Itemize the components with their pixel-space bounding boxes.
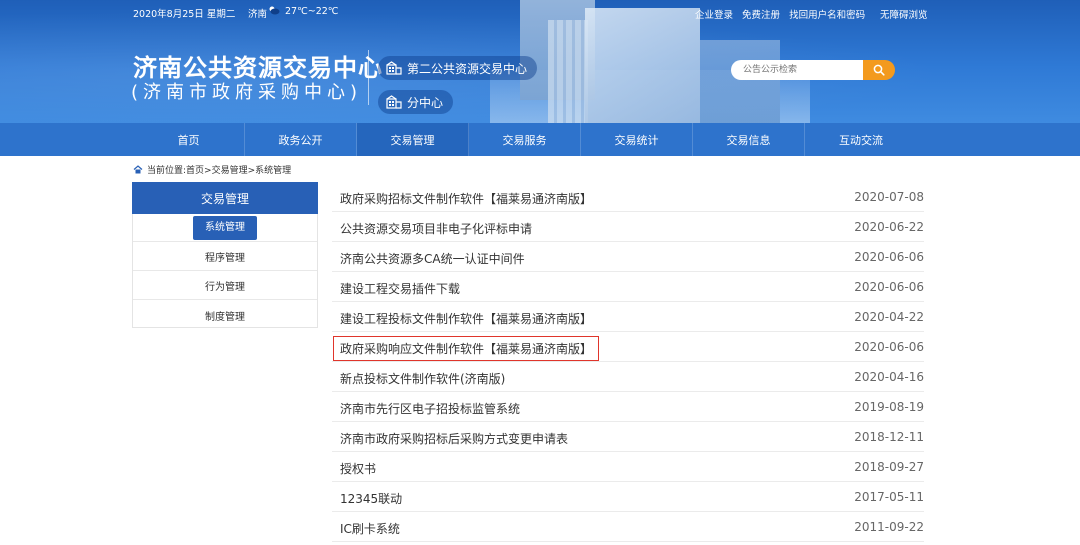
building-icon <box>386 95 402 109</box>
list-item[interactable]: 济南公共资源多CA统一认证中间件 2020-06-06 <box>332 242 924 272</box>
sidebar-item-label: 程序管理 <box>205 253 245 264</box>
weather-temperature: 27℃~22℃ <box>285 6 339 17</box>
sidebar-item-label: 行为管理 <box>205 282 245 293</box>
list-item-title[interactable]: 新点投标文件制作软件(济南版) <box>340 370 505 387</box>
list-item-date: 2019-08-19 <box>854 400 924 414</box>
sidebar: 交易管理 系统管理 程序管理 行为管理 制度管理 <box>132 182 318 328</box>
list-item-title[interactable]: 12345联动 <box>340 490 402 507</box>
sidebar-item-label: 制度管理 <box>205 311 245 323</box>
list-item[interactable]: 授权书 2018-09-27 <box>332 452 924 482</box>
nav-government-affairs[interactable]: 政务公开 <box>245 123 357 156</box>
document-list: 政府采购招标文件制作软件【福莱易通济南版】 2020-07-08 公共资源交易项… <box>332 182 924 545</box>
breadcrumb-label: 当前位置: <box>147 166 187 176</box>
building-icon <box>386 61 402 75</box>
second-center-button[interactable]: 第二公共资源交易中心 <box>378 56 538 80</box>
list-item-title[interactable]: 济南公共资源多CA统一认证中间件 <box>340 250 525 267</box>
list-item[interactable]: 济南市先行区电子招投标监管系统 2019-08-19 <box>332 392 924 422</box>
weather-city: 济南 <box>248 9 268 20</box>
list-item-date: 2020-07-08 <box>854 190 924 204</box>
site-logo-subtitle: (济南市政府采购中心) <box>131 82 363 103</box>
list-item[interactable]: 建设工程交易插件下载 2020-06-06 <box>332 272 924 302</box>
site-header: 2020年8月25日 星期二 济南 27℃~22℃ 企业登录 免费注册 找回用户… <box>0 0 1080 123</box>
logo-divider <box>368 50 369 105</box>
list-item-date: 2020-04-16 <box>854 370 924 384</box>
home-icon <box>133 165 143 174</box>
breadcrumb: 当前位置: 首页>交易管理>系统管理 <box>133 163 291 176</box>
list-item-title[interactable]: 公共资源交易项目非电子化评标申请 <box>340 220 532 237</box>
sidebar-item-system-management[interactable]: 系统管理 <box>133 214 317 242</box>
sidebar-item-procedure-management[interactable]: 程序管理 <box>133 243 317 271</box>
list-item-title[interactable]: 济南市先行区电子招投标监管系统 <box>340 400 520 417</box>
branch-center-button[interactable]: 分中心 <box>378 90 454 114</box>
free-register-link[interactable]: 免费注册 <box>742 10 780 21</box>
nav-transaction-management[interactable]: 交易管理 <box>357 123 469 156</box>
list-item-date: 2018-09-27 <box>854 460 924 474</box>
header-building-image <box>585 8 700 123</box>
nav-home[interactable]: 首页 <box>133 123 245 156</box>
search-button[interactable] <box>863 60 895 80</box>
header-building-image <box>700 40 780 123</box>
list-item-date: 2020-06-06 <box>854 340 924 354</box>
enterprise-login-link[interactable]: 企业登录 <box>695 10 733 21</box>
list-item[interactable]: 政府采购招标文件制作软件【福莱易通济南版】 2020-07-08 <box>332 182 924 212</box>
recover-account-link[interactable]: 找回用户名和密码 <box>789 10 865 21</box>
current-date: 2020年8月25日 星期二 <box>133 9 236 20</box>
list-item-title[interactable]: 济南市政府采购招标后采购方式变更申请表 <box>340 430 568 447</box>
announcement-search <box>731 60 895 80</box>
list-item-title[interactable]: 建设工程交易插件下载 <box>340 280 460 297</box>
sidebar-heading: 交易管理 <box>132 182 318 214</box>
list-item-date: 2011-09-22 <box>854 520 924 534</box>
list-item-date: 2018-12-11 <box>854 430 924 444</box>
list-item-title[interactable]: 建设工程投标文件制作软件【福莱易通济南版】 <box>340 310 592 327</box>
list-item-date: 2020-04-22 <box>854 310 924 324</box>
list-item[interactable]: 新点投标文件制作软件(济南版) 2020-04-16 <box>332 362 924 392</box>
list-item[interactable]: 12345联动 2017-05-11 <box>332 482 924 512</box>
list-item[interactable]: IC刷卡系统 2011-09-22 <box>332 512 924 542</box>
list-item-date: 2020-06-06 <box>854 250 924 264</box>
breadcrumb-path[interactable]: 首页>交易管理>系统管理 <box>186 163 291 176</box>
nav-transaction-service[interactable]: 交易服务 <box>469 123 581 156</box>
list-item-date: 2017-05-11 <box>854 490 924 504</box>
list-item-date: 2020-06-06 <box>854 280 924 294</box>
list-item-title[interactable]: IC刷卡系统 <box>340 520 400 537</box>
list-item-highlighted[interactable]: 政府采购响应文件制作软件【福莱易通济南版】 2020-06-06 <box>332 332 924 362</box>
sidebar-item-regulation-management[interactable]: 制度管理 <box>133 301 317 329</box>
sidebar-item-label: 系统管理 <box>193 215 257 240</box>
list-item[interactable]: 建设工程投标文件制作软件【福莱易通济南版】 2020-04-22 <box>332 302 924 332</box>
header-building-image <box>548 20 588 123</box>
list-item-title[interactable]: 政府采购招标文件制作软件【福莱易通济南版】 <box>340 190 592 207</box>
nav-interaction[interactable]: 互动交流 <box>805 123 917 156</box>
nav-transaction-statistics[interactable]: 交易统计 <box>581 123 693 156</box>
list-item-date: 2020-06-22 <box>854 220 924 234</box>
list-item-title[interactable]: 政府采购响应文件制作软件【福莱易通济南版】 <box>332 336 600 361</box>
second-center-label: 第二公共资源交易中心 <box>407 61 528 76</box>
list-item[interactable]: 公共资源交易项目非电子化评标申请 2020-06-22 <box>332 212 924 242</box>
search-icon <box>873 64 885 76</box>
top-links: 企业登录 免费注册 找回用户名和密码 <box>695 7 871 21</box>
main-nav: 首页 政务公开 交易管理 交易服务 交易统计 交易信息 互动交流 <box>0 123 1080 156</box>
cloudy-weather-icon <box>269 6 280 15</box>
list-item[interactable]: 济南市政府采购招标后采购方式变更申请表 2018-12-11 <box>332 422 924 452</box>
search-input[interactable] <box>731 60 863 80</box>
nav-transaction-info[interactable]: 交易信息 <box>693 123 805 156</box>
sidebar-item-conduct-management[interactable]: 行为管理 <box>133 272 317 300</box>
list-item-title[interactable]: 授权书 <box>340 460 376 477</box>
barrier-free-link[interactable]: 无障碍浏览 <box>880 7 928 21</box>
branch-center-label: 分中心 <box>407 95 444 110</box>
